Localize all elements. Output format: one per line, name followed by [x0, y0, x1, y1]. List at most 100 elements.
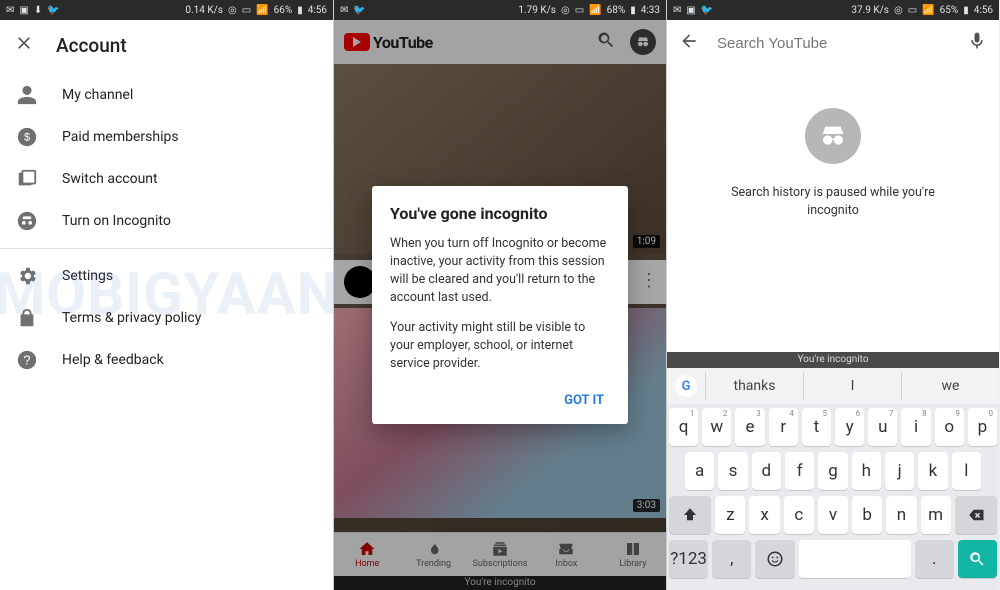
- download-icon: ⬇: [34, 5, 42, 16]
- key-i[interactable]: i8: [901, 408, 930, 446]
- key-emoji[interactable]: [755, 540, 794, 578]
- twitter-icon: 🐦: [47, 5, 59, 16]
- clock: 4:33: [641, 5, 660, 16]
- key-row-1: q1w2e3r4t5y6u7i8o9p0: [669, 408, 997, 446]
- key-symbols[interactable]: ?123: [669, 540, 708, 578]
- cast-icon: ◎: [228, 5, 237, 16]
- key-k[interactable]: k: [918, 452, 947, 490]
- key-row-3: zxcvbnm: [669, 496, 997, 534]
- battery-icon: ▮: [630, 5, 636, 16]
- key-s[interactable]: s: [718, 452, 747, 490]
- signal-icon: 📶: [589, 5, 601, 16]
- divider: [0, 248, 333, 249]
- key-j[interactable]: j: [885, 452, 914, 490]
- suggestion[interactable]: thanks: [705, 372, 803, 400]
- volte-icon: ▭: [908, 5, 917, 16]
- key-g[interactable]: g: [818, 452, 847, 490]
- dialog-scrim[interactable]: You've gone incognito When you turn off …: [334, 20, 666, 590]
- screen-search-incognito: ✉▣🐦 37.9 K/s ◎ ▭ 📶 65% ▮ 4:56 Search his…: [666, 0, 999, 590]
- volte-icon: ▭: [242, 5, 251, 16]
- suggestion-row: G thanks I we: [667, 368, 999, 404]
- key-z[interactable]: z: [715, 496, 745, 534]
- key-m[interactable]: m: [921, 496, 951, 534]
- suggestion[interactable]: we: [901, 372, 999, 400]
- key-r[interactable]: r4: [769, 408, 798, 446]
- key-t[interactable]: t5: [802, 408, 831, 446]
- key-search[interactable]: [958, 540, 997, 578]
- gear-icon: [16, 265, 38, 287]
- key-p[interactable]: p0: [968, 408, 997, 446]
- key-x[interactable]: x: [749, 496, 779, 534]
- key-b[interactable]: b: [852, 496, 882, 534]
- google-icon[interactable]: G: [675, 375, 697, 397]
- incognito-dialog: You've gone incognito When you turn off …: [372, 186, 628, 425]
- signal-icon: 📶: [922, 5, 934, 16]
- incognito-illustration: [805, 108, 861, 164]
- menu-terms[interactable]: Terms & privacy policy: [0, 297, 333, 339]
- battery-pct: 66%: [274, 5, 293, 16]
- menu-paid-memberships[interactable]: Paid memberships: [0, 116, 333, 158]
- key-backspace[interactable]: [955, 496, 997, 534]
- key-u[interactable]: u7: [868, 408, 897, 446]
- close-icon[interactable]: [14, 33, 34, 57]
- key-h[interactable]: h: [852, 452, 881, 490]
- volte-icon: ▭: [575, 5, 584, 16]
- battery-pct: 65%: [940, 5, 959, 16]
- key-d[interactable]: d: [752, 452, 781, 490]
- dollar-icon: [16, 126, 38, 148]
- menu-label: My channel: [62, 87, 133, 103]
- got-it-button[interactable]: GOT IT: [558, 385, 610, 416]
- mail-icon: ✉: [673, 5, 681, 16]
- keyboard: You're incognito G thanks I we q1w2e3r4t…: [667, 352, 999, 590]
- menu-label: Turn on Incognito: [62, 213, 171, 229]
- screen-youtube-incognito: ✉🐦 1.79 K/s ◎ ▭ 📶 68% ▮ 4:33 YouTube: [333, 0, 666, 590]
- key-period[interactable]: .: [915, 540, 954, 578]
- key-c[interactable]: c: [784, 496, 814, 534]
- key-space[interactable]: [799, 540, 911, 578]
- key-y[interactable]: y6: [835, 408, 864, 446]
- key-a[interactable]: a: [685, 452, 714, 490]
- help-icon: [16, 349, 38, 371]
- key-row-2: asdfghjkl: [669, 452, 997, 490]
- image-icon: ▣: [686, 5, 695, 16]
- status-bar: ✉ ▣ ⬇ 🐦 0.14 K/s ◎ ▭ 📶 66% ▮ 4:56: [0, 0, 333, 20]
- key-o[interactable]: o9: [935, 408, 964, 446]
- battery-icon: ▮: [963, 5, 969, 16]
- net-speed: 37.9 K/s: [851, 5, 889, 16]
- image-icon: ▣: [19, 5, 28, 16]
- menu-label: Settings: [62, 268, 113, 284]
- twitter-icon: 🐦: [353, 5, 365, 16]
- key-e[interactable]: e3: [735, 408, 764, 446]
- battery-icon: ▮: [297, 5, 303, 16]
- menu-settings[interactable]: Settings: [0, 255, 333, 297]
- menu-label: Help & feedback: [62, 352, 164, 368]
- twitter-icon: 🐦: [701, 5, 713, 16]
- menu-my-channel[interactable]: My channel: [0, 74, 333, 116]
- key-n[interactable]: n: [886, 496, 916, 534]
- app-bar: Account: [0, 20, 333, 70]
- suggestion[interactable]: I: [803, 372, 901, 400]
- key-v[interactable]: v: [818, 496, 848, 534]
- menu-help[interactable]: Help & feedback: [0, 339, 333, 381]
- key-f[interactable]: f: [785, 452, 814, 490]
- key-comma[interactable]: ,: [712, 540, 751, 578]
- key-l[interactable]: l: [952, 452, 981, 490]
- search-input[interactable]: [717, 35, 949, 52]
- mail-icon: ✉: [6, 5, 14, 16]
- menu-switch-account[interactable]: Switch account: [0, 158, 333, 200]
- dialog-paragraph: When you turn off Incognito or become in…: [390, 235, 610, 308]
- page-title: Account: [56, 34, 127, 57]
- key-w[interactable]: w2: [702, 408, 731, 446]
- key-shift[interactable]: [669, 496, 711, 534]
- incognito-icon: [16, 210, 38, 232]
- mic-icon[interactable]: [967, 31, 987, 55]
- dialog-body: When you turn off Incognito or become in…: [390, 235, 610, 374]
- lock-icon: [16, 307, 38, 329]
- cast-icon: ◎: [561, 5, 570, 16]
- back-icon[interactable]: [679, 31, 699, 55]
- status-bar: ✉▣🐦 37.9 K/s ◎ ▭ 📶 65% ▮ 4:56: [667, 0, 999, 20]
- key-q[interactable]: q1: [669, 408, 698, 446]
- menu-turn-on-incognito[interactable]: Turn on Incognito: [0, 200, 333, 242]
- battery-pct: 68%: [607, 5, 626, 16]
- clock: 4:56: [308, 5, 327, 16]
